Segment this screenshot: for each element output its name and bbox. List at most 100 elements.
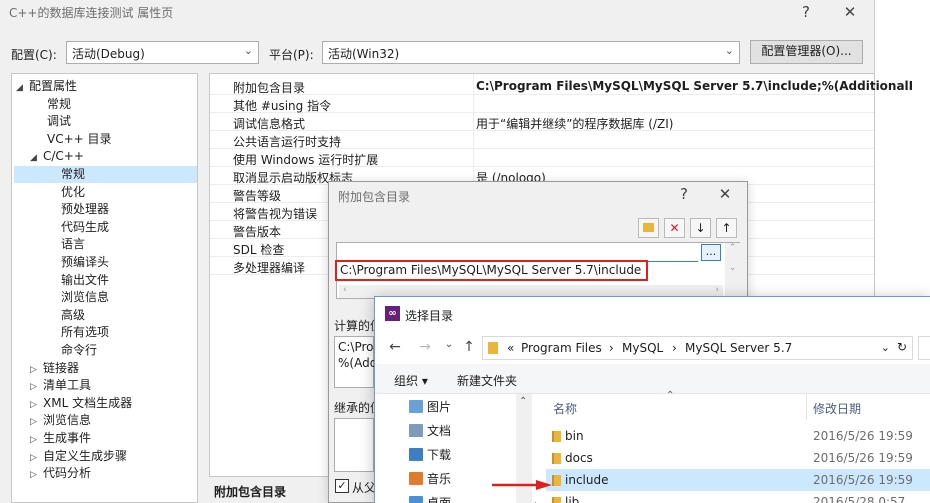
tree-item[interactable]: ▷ 自定义生成步骤 <box>30 448 127 465</box>
breadcrumb-overflow[interactable]: « <box>507 341 514 355</box>
move-up-icon[interactable]: ↑ <box>716 218 737 238</box>
expand-arrow-icon[interactable]: ▷ <box>30 414 43 431</box>
tree-item[interactable]: 语言 <box>61 236 85 253</box>
breadcrumb-mysql[interactable]: MySQL <box>622 341 663 355</box>
column-header-date[interactable]: 修改日期 <box>813 400 861 417</box>
close-button[interactable]: ✕ <box>838 2 862 22</box>
new-folder-button[interactable]: 新建文件夹 <box>457 372 517 389</box>
property-row[interactable]: 调试信息格式 用于“编辑并继续”的程序数据库 (/ZI) <box>210 113 874 131</box>
tree-item[interactable]: 浏览信息 <box>61 289 109 306</box>
file-row[interactable]: lib 2016/5/28 0:57 <box>546 491 930 503</box>
tree-item[interactable]: 优化 <box>61 184 85 201</box>
tree-item[interactable]: ◢ C/C++ <box>30 148 84 165</box>
tree-item[interactable]: 预处理器 <box>61 201 109 218</box>
tree-item[interactable]: 预编译头 <box>61 254 109 271</box>
chevron-down-icon[interactable]: ⌄ <box>881 341 890 354</box>
list-vertical-scrollbar[interactable]: ⌃ ⌄ <box>725 243 740 298</box>
annotation-arrow-icon <box>492 480 552 490</box>
new-line-icon[interactable] <box>638 218 659 238</box>
move-down-icon[interactable]: ↓ <box>690 218 711 238</box>
file-date: 2016/5/26 19:59 <box>813 451 913 465</box>
tree-item-label: 自定义生成步骤 <box>43 448 128 463</box>
include-path-entry-highlight[interactable]: C:\Program Files\MySQL\MySQL Server 5.7\… <box>335 260 648 281</box>
command-bar: 组织 ▾ 新建文件夹 <box>375 364 930 394</box>
include-path-entry: C:\Program Files\MySQL\MySQL Server 5.7\… <box>340 263 642 277</box>
description-title: 附加包含目录 <box>214 485 287 499</box>
property-name: 多处理器编译 <box>233 261 306 275</box>
tree-item[interactable]: ▷ XML 文档生成器 <box>30 395 132 412</box>
property-value: 用于“编辑并继续”的程序数据库 (/ZI) <box>476 117 674 131</box>
tree-item-label: VC++ 目录 <box>47 131 112 146</box>
breadcrumb-separator: › <box>672 341 677 355</box>
tree-item[interactable]: 常规 <box>47 96 71 113</box>
tree-item[interactable]: ▷ 浏览信息 <box>30 412 91 429</box>
tree-item[interactable]: ▷ 生成事件 <box>30 430 91 447</box>
refresh-icon[interactable]: ↻ <box>897 340 907 354</box>
property-row[interactable]: 使用 Windows 运行时扩展 <box>210 149 874 167</box>
nav-pane-item[interactable]: 桌面 <box>409 494 451 503</box>
tree-item[interactable]: ▷ 清单工具 <box>30 377 91 394</box>
expand-arrow-icon[interactable]: ▷ <box>30 362 43 379</box>
nav-pane-item[interactable]: 图片 <box>409 398 451 415</box>
nav-pane-item[interactable]: 文档 <box>409 422 451 439</box>
tree-item-label: 生成事件 <box>43 431 92 445</box>
close-button[interactable]: ✕ <box>713 184 737 204</box>
browse-button[interactable]: ... <box>701 244 721 261</box>
file-name: include <box>565 473 609 487</box>
tree-item-label: 链接器 <box>43 360 80 375</box>
property-row[interactable]: 其他 #using 指令 <box>210 95 874 113</box>
file-list: 名称 ⌃ 修改日期 bin 2016/5/26 19:59 docs 2016/5/2… <box>536 390 930 503</box>
tree-item-label: XML 文档生成器 <box>43 395 133 410</box>
file-name: docs <box>565 451 593 465</box>
property-row[interactable]: 附加包含目录 C:\Program Files\MySQL\MySQL Serve… <box>210 77 913 95</box>
tree-item[interactable]: VC++ 目录 <box>47 131 112 148</box>
search-input[interactable] <box>918 336 930 360</box>
tree-item[interactable]: 常规 <box>14 166 197 183</box>
forward-arrow-icon[interactable]: → <box>417 339 433 357</box>
inherit-checkbox[interactable]: ✓ <box>335 479 349 493</box>
expand-arrow-icon[interactable]: ▷ <box>30 397 43 414</box>
help-button[interactable]: ? <box>672 184 696 204</box>
tree-item[interactable]: 所有选项 <box>61 324 109 341</box>
tree-item-label: 代码分析 <box>43 466 92 481</box>
config-combo[interactable]: 活动(Debug) ⌄ <box>66 41 259 64</box>
collapse-arrow-icon[interactable]: ◢ <box>16 80 29 97</box>
tree-item[interactable]: 代码生成 <box>61 219 109 236</box>
sort-indicator-icon: ⌃ <box>666 390 675 401</box>
tree-item[interactable]: ▷ 链接器 <box>30 360 79 377</box>
platform-combo[interactable]: 活动(Win32) ⌄ <box>322 41 740 64</box>
config-manager-button[interactable]: 配置管理器(O)... <box>750 40 863 64</box>
up-arrow-icon[interactable]: ↑ <box>461 339 477 357</box>
property-row[interactable]: 公共语言运行时支持 <box>210 131 874 149</box>
expand-arrow-icon[interactable]: ▷ <box>30 450 43 467</box>
file-row[interactable]: bin 2016/5/26 19:59 <box>546 425 930 447</box>
column-header-name[interactable]: 名称 <box>553 400 577 417</box>
expand-arrow-icon[interactable]: ▷ <box>30 467 43 484</box>
collapse-arrow-icon[interactable]: ◢ <box>30 150 43 167</box>
computed-value-line: C:\Pro <box>338 340 374 354</box>
tree-item-label: 所有选项 <box>61 325 110 340</box>
back-arrow-icon[interactable]: ← <box>387 339 403 357</box>
expand-arrow-icon[interactable]: ▷ <box>30 432 43 449</box>
tree-item[interactable]: ▷ 代码分析 <box>30 465 91 482</box>
file-row[interactable]: include 2016/5/26 19:59 <box>546 469 930 491</box>
tree-item[interactable]: 输出文件 <box>61 272 109 289</box>
nav-pane-item[interactable]: 音乐 <box>409 470 451 487</box>
expand-arrow-icon[interactable]: ▷ <box>30 379 43 396</box>
folder-icon <box>409 496 423 503</box>
nav-pane-item[interactable]: 下载 <box>409 446 451 463</box>
tree-item[interactable]: ◢ 配置属性 <box>16 78 77 95</box>
tree-item[interactable]: 调试 <box>47 113 71 130</box>
breadcrumb-program-files[interactable]: Program Files <box>521 341 602 355</box>
tree-item[interactable]: 高级 <box>61 307 85 324</box>
chevron-down-icon[interactable]: ⌄ <box>441 339 457 357</box>
organize-button[interactable]: 组织 ▾ <box>394 372 428 389</box>
help-button[interactable]: ? <box>794 2 818 22</box>
inherited-values-label: 继承的值 <box>334 401 374 415</box>
breadcrumb-mysql-server[interactable]: MySQL Server 5.7 <box>685 341 792 355</box>
delete-icon[interactable]: ✕ <box>664 218 685 238</box>
file-row[interactable]: docs 2016/5/26 19:59 <box>546 447 930 469</box>
address-bar[interactable]: « Program Files › MySQL › MySQL Server 5… <box>482 336 913 360</box>
tree-item[interactable]: 命令行 <box>61 342 97 359</box>
nav-pane-item-label: 图片 <box>427 400 452 414</box>
